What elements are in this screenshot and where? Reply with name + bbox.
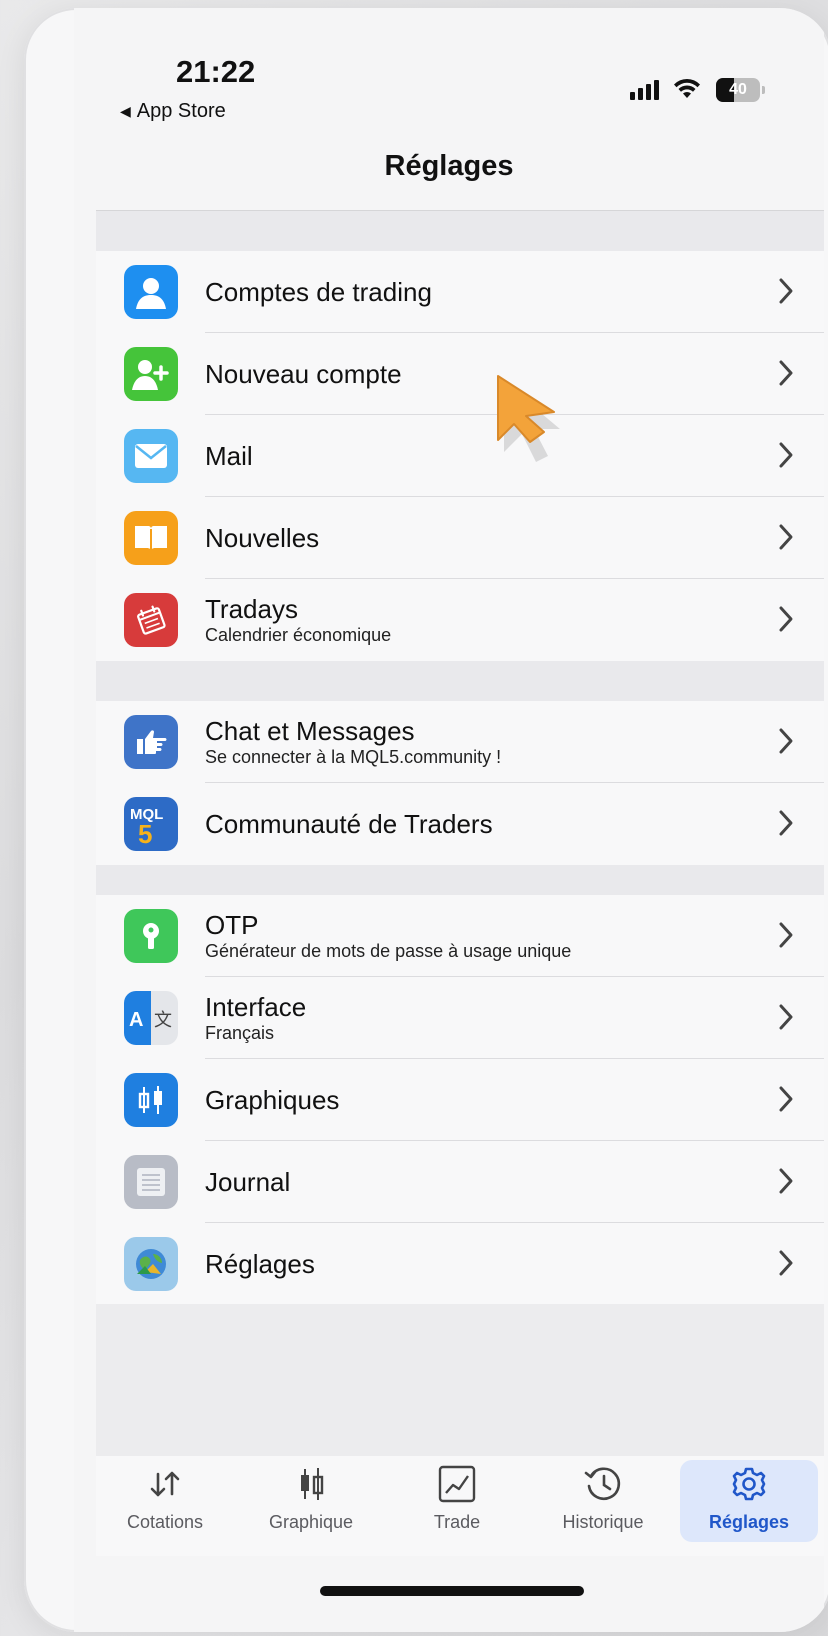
tab-graphique[interactable]: Graphique <box>242 1460 380 1542</box>
back-link-label: App Store <box>136 100 226 122</box>
gear-icon <box>732 1467 766 1501</box>
home-indicator[interactable] <box>320 1586 584 1596</box>
page-title: Réglages <box>384 150 514 182</box>
row-title: Mail <box>205 441 253 471</box>
row-subtitle: Français <box>205 1023 275 1043</box>
chevron-right-icon <box>779 922 793 948</box>
hand-pointer-icon <box>124 715 178 769</box>
chevron-right-icon <box>779 1168 793 1194</box>
book-icon <box>124 511 178 565</box>
status-bar: 21:22 ◀ App Store 40 <box>74 8 824 128</box>
calendar-icon <box>124 593 178 647</box>
back-to-app-store-link[interactable]: ◀ App Store <box>120 100 226 123</box>
row-title: Comptes de trading <box>205 277 432 307</box>
person-icon <box>124 265 178 319</box>
battery-level: 40 <box>729 81 747 98</box>
row-title: Graphiques <box>205 1085 340 1115</box>
add-person-icon <box>124 347 178 401</box>
trade-chart-icon <box>438 1465 476 1503</box>
row-subtitle: Générateur de mots de passe à usage uniq… <box>205 941 572 961</box>
arrows-updown-icon <box>150 1471 180 1497</box>
row-title: Interface <box>205 992 307 1022</box>
journal-icon <box>124 1155 178 1209</box>
row-subtitle: Calendrier économique <box>205 625 392 645</box>
tab-label: Cotations <box>126 1512 204 1532</box>
tab-reglages[interactable]: Réglages <box>680 1460 818 1542</box>
candles-icon <box>124 1073 178 1127</box>
row-graphiques[interactable]: Graphiques <box>96 1059 824 1141</box>
row-title: Nouveau compte <box>205 359 402 389</box>
row-nouveau-compte[interactable]: Nouveau compte <box>96 333 824 415</box>
chevron-right-icon <box>779 606 793 632</box>
group-spacer <box>96 211 824 251</box>
metatrader-icon <box>124 1237 178 1291</box>
tab-cotations[interactable]: Cotations <box>96 1460 234 1542</box>
row-comptes-de-trading[interactable]: Comptes de trading <box>96 251 824 333</box>
settings-group-community: Chat et Messages Se connecter à la MQL5.… <box>96 701 824 865</box>
row-title: Journal <box>205 1167 291 1197</box>
chevron-right-icon <box>779 360 793 386</box>
phone-frame: 21:22 ◀ App Store 40 Réglages Comptes de… <box>24 8 828 1632</box>
screen: 21:22 ◀ App Store 40 Réglages Comptes de… <box>74 8 824 1632</box>
row-title: Communauté de Traders <box>205 809 493 839</box>
tab-bar: Cotations Graphique Trade Historique Rég… <box>96 1456 824 1556</box>
back-triangle-icon: ◀ <box>120 103 131 119</box>
row-journal[interactable]: Journal <box>96 1141 824 1223</box>
chevron-right-icon <box>779 442 793 468</box>
key-icon <box>124 909 178 963</box>
chevron-right-icon <box>779 1086 793 1112</box>
chevron-right-icon <box>779 524 793 550</box>
row-title: Réglages <box>205 1249 315 1279</box>
svg-text:文: 文 <box>154 1010 172 1031</box>
tab-label: Réglages <box>708 1512 790 1532</box>
tab-label: Historique <box>562 1512 644 1532</box>
chevron-right-icon <box>779 1250 793 1276</box>
settings-group-account: Comptes de trading Nouveau compte Mail N… <box>96 251 824 661</box>
row-otp[interactable]: OTP Générateur de mots de passe à usage … <box>96 895 824 977</box>
row-title: OTP <box>205 910 259 940</box>
wifi-icon <box>674 78 700 98</box>
chevron-right-icon <box>779 278 793 304</box>
row-communaute-de-traders[interactable]: MQL 5 Communauté de Traders <box>96 783 824 865</box>
tab-label: Trade <box>433 1512 481 1532</box>
row-reglages[interactable]: Réglages <box>96 1223 824 1305</box>
row-subtitle: Se connecter à la MQL5.community ! <box>205 747 502 767</box>
settings-group-app: OTP Générateur de mots de passe à usage … <box>96 895 824 1305</box>
row-title: Chat et Messages <box>205 716 415 746</box>
row-mail[interactable]: Mail <box>96 415 824 497</box>
chevron-right-icon <box>779 1004 793 1030</box>
row-nouvelles[interactable]: Nouvelles <box>96 497 824 579</box>
row-tradays[interactable]: Tradays Calendrier économique <box>96 579 824 661</box>
history-icon <box>584 1467 621 1501</box>
tab-historique[interactable]: Historique <box>534 1460 672 1542</box>
tab-trade[interactable]: Trade <box>388 1460 526 1542</box>
row-title: Nouvelles <box>205 523 320 553</box>
candlestick-icon <box>301 1468 324 1500</box>
mail-icon <box>124 429 178 483</box>
battery-tip <box>762 86 765 94</box>
mouse-pointer-icon <box>497 375 560 462</box>
mql5-icon: MQL 5 <box>124 797 178 851</box>
row-interface[interactable]: A文 Interface Français <box>96 977 824 1059</box>
row-title: Tradays <box>205 594 298 624</box>
tab-label: Graphique <box>268 1512 354 1532</box>
translate-icon: A文 <box>124 991 178 1045</box>
svg-text:5: 5 <box>138 819 152 847</box>
empty-list-area <box>96 1304 824 1456</box>
group-spacer <box>96 661 824 701</box>
chevron-right-icon <box>779 728 793 754</box>
svg-text:A: A <box>129 1009 143 1031</box>
cellular-signal-icon <box>630 80 659 100</box>
status-time: 21:22 <box>176 54 256 89</box>
row-chat-et-messages[interactable]: Chat et Messages Se connecter à la MQL5.… <box>96 701 824 783</box>
chevron-right-icon <box>779 810 793 836</box>
battery-icon: 40 <box>716 78 760 102</box>
